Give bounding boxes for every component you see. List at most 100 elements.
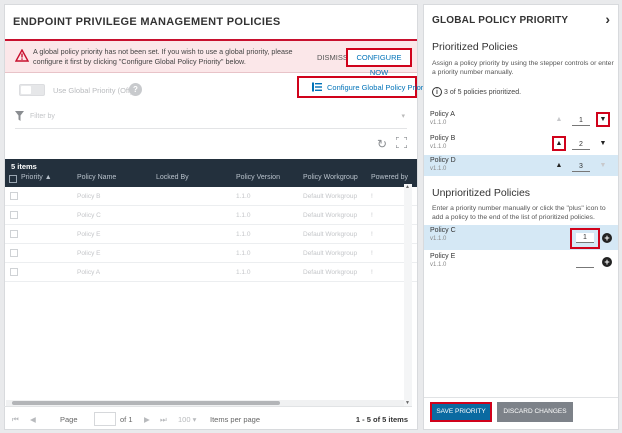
priority-input[interactable]: 3 [572, 162, 590, 172]
prev-page-icon[interactable]: ◀ [30, 415, 36, 424]
row-checkbox[interactable] [10, 249, 18, 257]
chevron-down-icon: ▾ [401, 113, 405, 120]
priority-input[interactable]: 1 [572, 116, 590, 126]
col-powered-by[interactable]: Powered by [371, 174, 408, 181]
next-page-icon[interactable]: ▶ [144, 415, 150, 424]
policy-version: v1.1.0 [430, 262, 447, 268]
filter-icon [15, 111, 24, 121]
priority-list-icon [312, 82, 322, 92]
grid-header: 5 items Priority ▲ Policy Name Locked By… [5, 159, 417, 187]
scroll-up-icon[interactable]: ▲ [405, 184, 410, 190]
page-title: ENDPOINT PRIVILEGE MANAGEMENT POLICIES [13, 16, 281, 28]
increase-priority-icon[interactable]: ▲ [554, 161, 564, 171]
cell-policy-name: Policy C [77, 212, 101, 219]
table-row[interactable]: Policy E 1.1.0 Default Workgroup ! [5, 225, 417, 244]
cell-version: 1.1.0 [236, 231, 251, 238]
row-checkbox[interactable] [10, 268, 18, 276]
cell-version: 1.1.0 [236, 250, 251, 257]
prioritized-info: i3 of 5 policies prioritized. [432, 87, 521, 97]
range-label: 1 - 5 of 5 items [355, 415, 408, 424]
page-size-select[interactable]: 100 ▾ [178, 415, 196, 424]
row-checkbox[interactable] [10, 230, 18, 238]
table-row[interactable]: Policy E 1.1.0 Default Workgroup ! [5, 244, 417, 263]
prioritized-item-selected: Policy D v1.1.0 ▲ 3 ▼ [424, 155, 618, 176]
chevron-right-icon[interactable]: › [605, 11, 610, 27]
warning-icon [15, 49, 29, 62]
priority-input[interactable]: 2 [572, 140, 590, 150]
items-per-page-label: Items per page [210, 415, 261, 424]
cell-workgroup: Default Workgroup [303, 212, 358, 219]
cell-powered: ! [371, 250, 373, 257]
save-priority-button[interactable]: SAVE PRIORITY [430, 402, 492, 422]
col-policy-workgroup[interactable]: Policy Workgroup [303, 174, 358, 181]
add-policy-icon[interactable]: + [602, 233, 612, 243]
cell-policy-name: Policy B [77, 193, 101, 200]
scrollbar-thumb[interactable] [12, 401, 280, 405]
table-row[interactable]: Policy B 1.1.0 Default Workgroup ! [5, 187, 417, 206]
last-page-icon[interactable]: ⏭ [160, 415, 167, 425]
row-checkbox[interactable] [10, 211, 18, 219]
refresh-icon[interactable]: ↻ [377, 137, 387, 151]
info-text: 3 of 5 policies prioritized. [444, 88, 522, 96]
discard-changes-button[interactable]: DISCARD CHANGES [497, 402, 573, 422]
row-checkbox[interactable] [10, 192, 18, 200]
fullscreen-icon[interactable] [396, 137, 407, 148]
cell-workgroup: Default Workgroup [303, 250, 358, 257]
page-label: Page [60, 415, 78, 424]
cell-policy-name: Policy E [77, 231, 101, 238]
policy-version: v1.1.0 [430, 120, 447, 126]
cell-workgroup: Default Workgroup [303, 269, 358, 276]
select-all-checkbox[interactable] [9, 175, 17, 183]
highlight-box [552, 136, 566, 151]
item-count: 5 items [11, 162, 37, 171]
unprioritized-description: Enter a priority number manually or clic… [432, 205, 606, 221]
prioritized-item: Policy B v1.1.0 ▲ 2 ▼ [424, 133, 618, 154]
toggle-label: Use Global Priority (Off) [53, 86, 133, 95]
grid-tools: ↻ [5, 129, 417, 159]
unprioritized-item: Policy E v1.1.0 + [424, 251, 618, 272]
cell-powered: ! [371, 269, 373, 276]
decrease-priority-icon[interactable]: ▼ [598, 139, 608, 149]
global-priority-toggle[interactable] [19, 84, 45, 96]
page-number-input[interactable] [94, 412, 116, 426]
help-icon[interactable]: ? [129, 83, 142, 96]
highlight-box [570, 228, 600, 249]
configure-global-priority-label: Configure Global Policy Priority [327, 83, 431, 92]
filter-placeholder: Filter by [30, 113, 55, 120]
cell-workgroup: Default Workgroup [303, 193, 358, 200]
cell-policy-name: Policy E [77, 250, 101, 257]
policy-name: Policy E [430, 253, 456, 260]
policies-panel: ENDPOINT PRIVILEGE MANAGEMENT POLICIES A… [4, 4, 431, 430]
increase-priority-icon[interactable]: ▲ [554, 115, 564, 125]
table-row[interactable]: Policy C 1.1.0 Default Workgroup ! [5, 206, 417, 225]
highlight-box [596, 112, 610, 127]
table-row[interactable]: Policy A 1.1.0 Default Workgroup ! [5, 263, 417, 282]
policy-version: v1.1.0 [430, 236, 447, 242]
col-policy-version[interactable]: Policy Version [236, 174, 280, 181]
prioritized-description: Assign a policy priority by using the st… [432, 60, 614, 76]
col-locked-by[interactable]: Locked By [156, 174, 189, 181]
col-policy-name[interactable]: Policy Name [77, 174, 116, 181]
configure-global-priority-button[interactable]: Configure Global Policy Priority [297, 76, 431, 98]
priority-input[interactable] [576, 258, 594, 268]
decrease-priority-icon[interactable]: ▼ [598, 161, 608, 171]
dismiss-button[interactable]: DISMISS [317, 53, 348, 62]
policy-name: Policy A [430, 111, 455, 118]
unprioritized-title: Unprioritized Policies [432, 187, 531, 199]
first-page-icon[interactable]: ⏮ [12, 415, 19, 425]
cell-powered: ! [371, 193, 373, 200]
pager: ⏮ ◀ Page of 1 ▶ ⏭ 100 ▾ Items per page 1… [4, 406, 412, 430]
cell-version: 1.1.0 [236, 193, 251, 200]
panel-title: GLOBAL POLICY PRIORITY [432, 15, 569, 26]
col-priority[interactable]: Priority ▲ [21, 174, 52, 181]
filter-field[interactable]: Filter by ▾ [15, 107, 407, 129]
page-of-label: of 1 [120, 415, 133, 424]
cell-powered: ! [371, 212, 373, 219]
vertical-scrollbar[interactable]: ▲ ▼ [404, 184, 412, 406]
configure-now-button[interactable]: CONFIGURE NOW [346, 48, 412, 77]
add-policy-icon[interactable]: + [602, 257, 612, 267]
global-priority-panel: GLOBAL POLICY PRIORITY › Prioritized Pol… [423, 4, 619, 430]
policy-name: Policy B [430, 135, 456, 142]
cell-version: 1.1.0 [236, 212, 251, 219]
cell-version: 1.1.0 [236, 269, 251, 276]
